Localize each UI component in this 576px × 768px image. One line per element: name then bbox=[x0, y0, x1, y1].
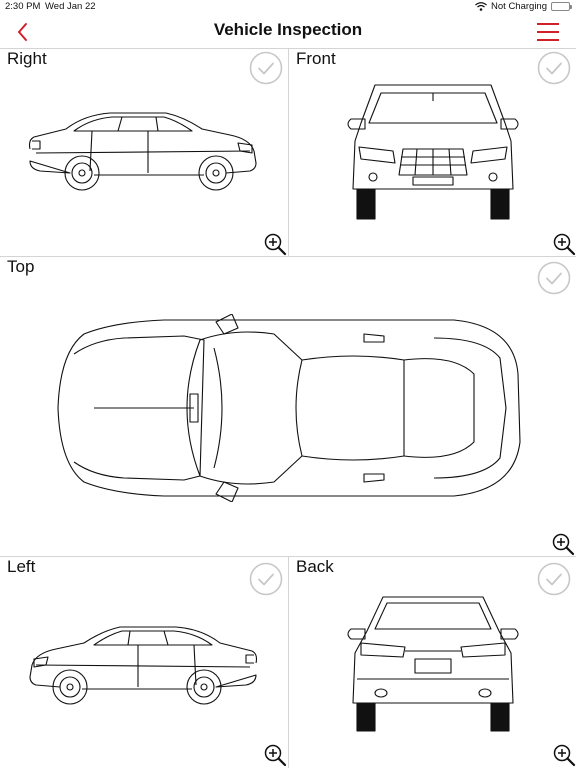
status-bar: 2:30 PM Wed Jan 22 Not Charging bbox=[0, 0, 576, 14]
back-view-check-button[interactable] bbox=[537, 562, 571, 596]
checkmark-circle-icon bbox=[537, 51, 571, 85]
status-indicators: Not Charging bbox=[475, 1, 572, 12]
panel-back-view[interactable]: Back bbox=[289, 557, 576, 768]
right-view-check-button[interactable] bbox=[249, 51, 283, 85]
left-view-check-button[interactable] bbox=[249, 562, 283, 596]
panel-label-right: Right bbox=[7, 49, 47, 68]
panel-left-view[interactable]: Left bbox=[0, 557, 288, 768]
menu-button[interactable] bbox=[536, 22, 560, 42]
page-title: Vehicle Inspection bbox=[213, 20, 363, 39]
zoom-in-icon bbox=[264, 744, 287, 767]
top-view-check-button[interactable] bbox=[537, 261, 571, 295]
front-view-check-button[interactable] bbox=[537, 51, 571, 85]
zoom-in-icon bbox=[553, 233, 576, 256]
checkmark-circle-icon bbox=[249, 562, 283, 596]
panel-label-left: Left bbox=[7, 557, 36, 576]
back-button[interactable] bbox=[12, 20, 34, 44]
checkmark-circle-icon bbox=[537, 261, 571, 295]
car-front-diagram bbox=[347, 84, 519, 220]
navigation-bar: Vehicle Inspection bbox=[0, 14, 576, 48]
top-view-zoom-button[interactable] bbox=[551, 532, 575, 556]
status-time: 2:30 PM bbox=[5, 1, 41, 12]
car-back-diagram bbox=[347, 596, 519, 732]
right-view-zoom-button[interactable] bbox=[263, 232, 287, 256]
car-side-right-diagram bbox=[28, 112, 257, 191]
zoom-in-icon bbox=[553, 744, 576, 767]
panel-label-top: Top bbox=[7, 257, 35, 276]
checkmark-circle-icon bbox=[249, 51, 283, 85]
left-view-zoom-button[interactable] bbox=[263, 743, 287, 767]
checkmark-circle-icon bbox=[537, 562, 571, 596]
zoom-in-icon bbox=[264, 233, 287, 256]
wifi-icon bbox=[475, 2, 487, 11]
panel-front-view[interactable]: Front bbox=[289, 49, 576, 256]
panel-right-view[interactable]: Right bbox=[0, 49, 288, 256]
panel-label-back: Back bbox=[296, 557, 334, 576]
car-top-diagram bbox=[57, 314, 521, 502]
hamburger-menu-icon bbox=[537, 23, 559, 41]
chevron-left-icon bbox=[18, 23, 27, 41]
car-side-left-diagram bbox=[29, 626, 258, 705]
front-view-zoom-button[interactable] bbox=[552, 232, 576, 256]
zoom-in-icon bbox=[552, 533, 575, 556]
panel-top-view[interactable]: Top bbox=[0, 257, 576, 556]
charging-status: Not Charging bbox=[491, 1, 547, 12]
panel-label-front: Front bbox=[296, 49, 336, 68]
back-view-zoom-button[interactable] bbox=[552, 743, 576, 767]
battery-icon bbox=[551, 2, 572, 11]
status-date: Wed Jan 22 bbox=[45, 1, 96, 12]
